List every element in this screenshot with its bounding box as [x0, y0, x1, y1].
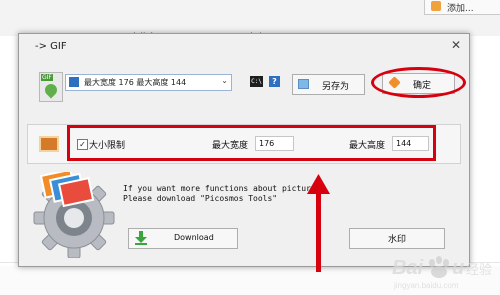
size-preset-dropdown[interactable]: 最大宽度 176 最大高度 144 ⌄ — [65, 74, 232, 91]
picosmos-gear-icon — [33, 172, 115, 258]
annotation-arrow — [307, 174, 330, 272]
chevron-down-icon: ⌄ — [221, 76, 228, 85]
image-icon — [69, 77, 79, 87]
background-add-label: 添加... — [447, 4, 474, 14]
gif-dialog: -> GIF ✕ GIF 最大宽度 176 最大高度 144 ⌄ C:\ ? 另… — [18, 33, 470, 272]
watermark-button[interactable]: 水印 — [349, 228, 445, 249]
picture-icon — [39, 136, 59, 152]
preset-value: 最大宽度 176 最大高度 144 — [84, 78, 187, 87]
save-icon — [298, 79, 309, 89]
watermark-label: 水印 — [388, 235, 407, 245]
gif-format-icon: GIF — [39, 72, 63, 102]
baidu-jingyan-logo: Bai u 经验 jingyan.baidu.com — [392, 256, 492, 290]
save-as-button[interactable]: 另存为 — [292, 74, 365, 95]
download-button[interactable]: Download — [128, 228, 238, 249]
info-text-line2: Please download "Picosmos Tools" — [123, 194, 278, 203]
annotation-circle — [371, 67, 466, 98]
svg-text:经验: 经验 — [466, 262, 492, 278]
dialog-title: -> GIF — [35, 41, 67, 52]
svg-text:Bai: Bai — [392, 257, 424, 279]
annotation-box — [67, 125, 436, 161]
help-icon[interactable]: ? — [269, 76, 280, 87]
download-label: Download — [174, 233, 214, 242]
info-text-line1: If you want more functions about picture… — [123, 184, 321, 193]
download-arrow-icon — [135, 231, 147, 245]
add-icon — [431, 1, 441, 11]
svg-text:jingyan.baidu.com: jingyan.baidu.com — [393, 281, 459, 290]
save-as-label: 另存为 — [322, 82, 350, 92]
close-icon[interactable]: ✕ — [451, 38, 461, 52]
command-line-icon[interactable]: C:\ — [250, 76, 263, 87]
background-add-button[interactable]: 添加... — [424, 0, 500, 15]
svg-text:u: u — [452, 257, 464, 279]
